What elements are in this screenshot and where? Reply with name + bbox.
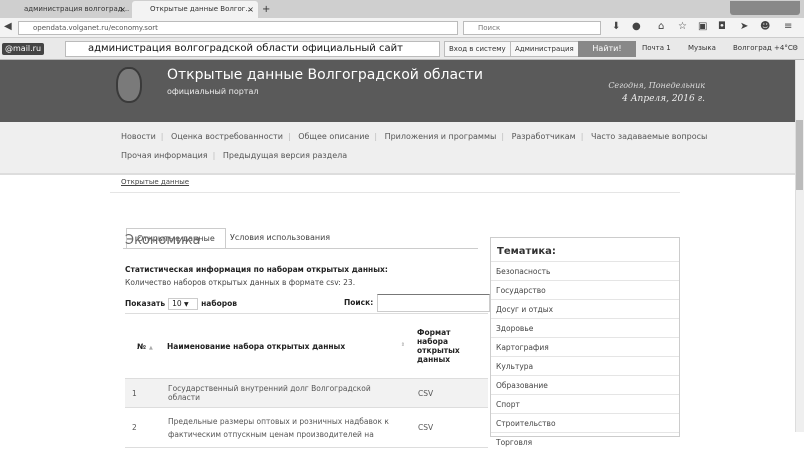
column-format[interactable]: Формат набора открытых данных [411, 313, 488, 379]
menu-item-news[interactable]: Новости [121, 132, 156, 141]
close-tab-icon[interactable]: × [119, 1, 126, 18]
today-label: Сегодня, Понедельник [608, 81, 705, 90]
site-title[interactable]: Открытые данные Волгоградской области [167, 67, 483, 83]
tab-label: Открытые данные Волгог... [150, 5, 253, 13]
mail-logo[interactable]: @mail.ru [2, 43, 45, 55]
menu-item-description[interactable]: Общее описание [298, 132, 369, 141]
page-title: Экономика [125, 233, 201, 248]
close-tab-icon[interactable]: × [247, 1, 254, 18]
page-size-select[interactable]: 10 ▼ [168, 298, 199, 310]
weather-link[interactable]: Волгоград +4°C [733, 44, 793, 52]
coat-of-arms-logo[interactable] [116, 67, 142, 103]
sidebar-item-leisure[interactable]: Досуг и отдых [491, 299, 679, 318]
back-icon[interactable]: ◀ [4, 21, 12, 32]
chevron-down-icon: ▼ [184, 301, 189, 308]
bookmark-star-icon[interactable]: ☆ [678, 21, 687, 32]
menu-item-apps[interactable]: Приложения и программы [385, 132, 497, 141]
tab-terms-of-use[interactable]: Условия использования [220, 228, 340, 249]
browser-tab-bar: администрация волгоград... × Открытые дан… [0, 0, 804, 18]
page-scrollbar[interactable] [795, 60, 804, 432]
sort-icon: ⇕ [400, 341, 405, 348]
page-size-control: Показать 10 ▼ наборов [125, 298, 237, 310]
table-search-input[interactable] [377, 294, 490, 312]
sidebar-item-construction[interactable]: Строительство [491, 413, 679, 432]
divider [110, 192, 680, 193]
mail-toolbar: @mail.ru администрация волгоградской обл… [0, 38, 804, 60]
download-icon[interactable]: ⬇ [612, 21, 620, 32]
dataset-format[interactable]: CSV [411, 407, 488, 448]
sidebar-item-health[interactable]: Здоровье [491, 318, 679, 337]
login-button[interactable]: Вход в систему [444, 41, 511, 57]
stats-count: Количество наборов открытых данных в фор… [125, 278, 356, 287]
dataset-name[interactable]: Предельные размеры оптовых и розничных н… [161, 407, 411, 448]
browser-tab[interactable]: администрация волгоград... × [6, 1, 130, 18]
breadcrumb[interactable]: Открытые данные [121, 178, 189, 186]
show-label: Показать [125, 299, 166, 308]
header-label: Наименование набора открытых данных [167, 341, 346, 351]
column-name[interactable]: Наименование набора открытых данных ⇕ [161, 313, 411, 379]
main-menu: Новости | Оценка востребованности | Общее … [0, 122, 795, 175]
sidebar-item-sport[interactable]: Спорт [491, 394, 679, 413]
stats-title: Статистическая информация по наборам отк… [125, 265, 388, 274]
find-button[interactable]: Найти! [578, 41, 636, 57]
send-icon[interactable]: ➤ [740, 21, 748, 32]
header-label: № [137, 341, 147, 351]
new-tab-button[interactable]: + [258, 1, 270, 18]
navigation-bar: ◀ opendata.volganet.ru/economy.sort Поис… [0, 18, 804, 38]
sidebar-item-security[interactable]: Безопасность [491, 261, 679, 280]
settings-icon[interactable]: ⚙ [792, 44, 798, 52]
column-number[interactable]: № ▲ [125, 313, 161, 379]
sidebar-item-state[interactable]: Государство [491, 280, 679, 299]
music-link[interactable]: Музыка [688, 44, 716, 52]
admin-button[interactable]: Администрация [510, 41, 579, 57]
menu-item-previous-version[interactable]: Предыдущая версия раздела [223, 151, 347, 160]
clipboard-icon[interactable]: ▣ [698, 21, 707, 32]
search-label: Поиск: [344, 298, 374, 307]
menu-item-other[interactable]: Прочая информация [121, 151, 208, 160]
sort-asc-icon: ▲ [149, 344, 153, 351]
table-row[interactable]: 2 Предельные размеры оптовых и розничных… [125, 407, 488, 448]
menu-item-developers[interactable]: Разработчикам [512, 132, 576, 141]
topics-sidebar: Тематика: Безопасность Государство Досуг… [490, 237, 680, 447]
menu-item-faq[interactable]: Часто задаваемые вопросы [591, 132, 707, 141]
sidebar-title: Тематика: [497, 246, 556, 257]
mail-link[interactable]: Почта 1 [642, 44, 671, 52]
tab-label: администрация волгоград... [24, 5, 130, 13]
mail-search-input[interactable]: администрация волгоградской области офиц… [65, 41, 440, 57]
page-size-value: 10 [172, 299, 182, 308]
sidebar-item-cartography[interactable]: Картография [491, 337, 679, 356]
menu-icon[interactable]: ≡ [784, 21, 792, 32]
scrollbar-thumb[interactable] [796, 120, 803, 190]
row-number: 2 [125, 407, 161, 448]
dataset-format[interactable]: CSV [411, 378, 488, 408]
window-controls[interactable] [730, 1, 800, 15]
site-subtitle: официальный портал [167, 87, 259, 96]
site-header: Открытые данные Волгоградской области оф… [0, 60, 795, 122]
browser-search[interactable]: Поиск [463, 21, 601, 35]
menu-item-rating[interactable]: Оценка востребованности [171, 132, 283, 141]
sidebar-item-culture[interactable]: Культура [491, 356, 679, 375]
pocket-icon[interactable]: ◘ [718, 21, 726, 32]
url-bar[interactable]: opendata.volganet.ru/economy.sort [18, 21, 458, 35]
smiley-icon[interactable]: ☻ [760, 21, 770, 32]
current-date: 4 Апреля, 2016 г. [622, 94, 705, 104]
row-number: 1 [125, 378, 161, 408]
tab-divider [123, 248, 478, 249]
addon-icon[interactable]: ● [632, 21, 641, 32]
dataset-name[interactable]: Государственный внутренний долг Волгогра… [161, 378, 411, 408]
table-row[interactable]: 1 Государственный внутренний долг Волгог… [125, 378, 488, 408]
table-header-row: № ▲ Наименование набора открытых данных ⇕ … [125, 313, 488, 379]
home-icon[interactable]: ⌂ [658, 21, 664, 32]
datasets-table: № ▲ Наименование набора открытых данных ⇕ … [125, 313, 488, 448]
sidebar-item-trade[interactable]: Торговля [491, 432, 679, 451]
sidebar-item-education[interactable]: Образование [491, 375, 679, 394]
browser-tab-active[interactable]: Открытые данные Волгог... × [132, 1, 258, 18]
show-suffix: наборов [201, 299, 237, 308]
header-label: Формат набора открытых данных [417, 328, 460, 364]
